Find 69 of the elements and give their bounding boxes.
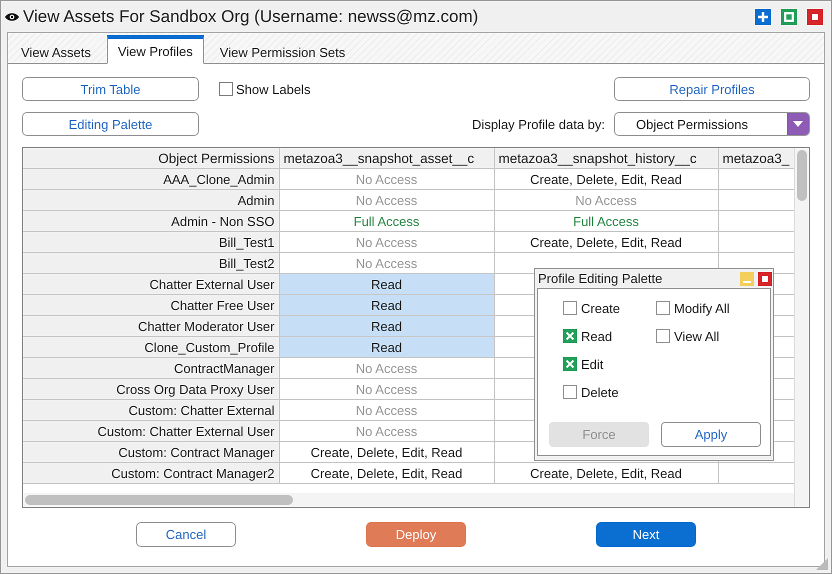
minimize-icon	[743, 281, 751, 283]
row-header: Chatter Free User	[23, 294, 279, 316]
palette-title: Profile Editing Palette	[538, 271, 664, 286]
checkbox-label[interactable]: Read	[563, 322, 656, 350]
row-header: Chatter External User	[23, 274, 279, 294]
checkbox[interactable]	[656, 301, 670, 315]
checkbox[interactable]	[563, 301, 577, 315]
row-header: Custom: Contract Manager	[23, 442, 279, 462]
repair-profiles-button[interactable]: Repair Profiles	[614, 77, 810, 101]
maximize-button[interactable]	[781, 8, 797, 24]
caret-icon	[793, 121, 803, 127]
checkbox-label[interactable]: View All	[656, 322, 766, 350]
row-header: Custom: Chatter External	[23, 400, 279, 420]
trim-table-button[interactable]: Trim Table	[22, 77, 199, 101]
cancel-button[interactable]: Cancel	[136, 522, 236, 547]
checkbox[interactable]	[563, 329, 577, 343]
table-cell[interactable]: Read	[279, 274, 494, 294]
table-cell[interactable]: Create, Delete, Edit, Read	[279, 462, 494, 484]
table-cell[interactable]: Read	[279, 336, 494, 358]
row-header: Admin - Non SSO	[23, 210, 279, 232]
horizontal-scrollbar[interactable]	[23, 493, 795, 507]
eye-icon	[5, 12, 19, 22]
next-button[interactable]: Next	[596, 522, 696, 547]
display-dropdown[interactable]: Object Permissions	[614, 112, 810, 136]
tab[interactable]: View Assets	[11, 40, 101, 64]
close-button[interactable]	[807, 8, 823, 24]
column-header[interactable]: metazoa3__snapshot_asset__c	[279, 148, 494, 168]
editing-palette-button[interactable]: Editing Palette	[22, 112, 199, 136]
row-header: Admin	[23, 190, 279, 210]
column-header[interactable]: metazoa3_	[718, 148, 795, 168]
row-header: Custom: Contract Manager2	[23, 462, 279, 484]
table-cell[interactable]: Read	[279, 294, 494, 316]
checkbox[interactable]	[656, 329, 670, 343]
table-cell[interactable]: Read	[279, 316, 494, 336]
tab[interactable]: View Profiles	[106, 35, 204, 64]
apply-button[interactable]: Apply	[661, 422, 761, 447]
row-header: Bill_Test1	[23, 232, 279, 252]
square-icon	[762, 276, 768, 282]
table-cell[interactable]: Create, Delete, Edit, Read	[494, 462, 718, 484]
row-header: Chatter Moderator User	[23, 316, 279, 336]
table-cell[interactable]: Create, Delete, Edit, Read	[494, 232, 718, 252]
table-cell[interactable]: Create, Delete, Edit, Read	[494, 168, 718, 190]
column-header[interactable]: Object Permissions	[23, 148, 279, 168]
row-header: Cross Org Data Proxy User	[23, 378, 279, 400]
table-cell[interactable]: Full Access	[279, 210, 494, 232]
add-button[interactable]	[755, 8, 771, 24]
row-header: Bill_Test2	[23, 252, 279, 274]
checkbox-label[interactable]: Delete	[563, 378, 656, 406]
row-header: Clone_Custom_Profile	[23, 336, 279, 358]
field-label: Display Profile data by:	[472, 116, 605, 132]
tab[interactable]: View Permission Sets	[210, 40, 356, 64]
table-cell[interactable]: Create, Delete, Edit, Read	[279, 442, 494, 462]
column-header[interactable]: metazoa3__snapshot_history__c	[494, 148, 718, 168]
table-cell[interactable]: Full Access	[494, 210, 718, 232]
checkbox[interactable]	[219, 82, 233, 96]
resize-grip-icon[interactable]	[816, 558, 828, 570]
checkbox-label[interactable]: Create	[563, 294, 656, 322]
row-header: Custom: Chatter External User	[23, 420, 279, 442]
close-button[interactable]	[758, 272, 772, 286]
checkbox[interactable]	[563, 385, 577, 399]
checkbox-label[interactable]: Show Labels	[236, 82, 310, 96]
row-header: ContractManager	[23, 358, 279, 378]
vertical-scrollbar[interactable]	[794, 148, 809, 507]
checkbox[interactable]	[563, 357, 577, 371]
checkbox-label[interactable]: Edit	[563, 350, 656, 378]
checkbox-label[interactable]: Modify All	[656, 294, 766, 322]
window-title: View Assets For Sandbox Org (Username: newss@mz.com)	[23, 6, 480, 26]
square-icon	[812, 14, 818, 20]
row-header: AAA_Clone_Admin	[23, 168, 279, 190]
